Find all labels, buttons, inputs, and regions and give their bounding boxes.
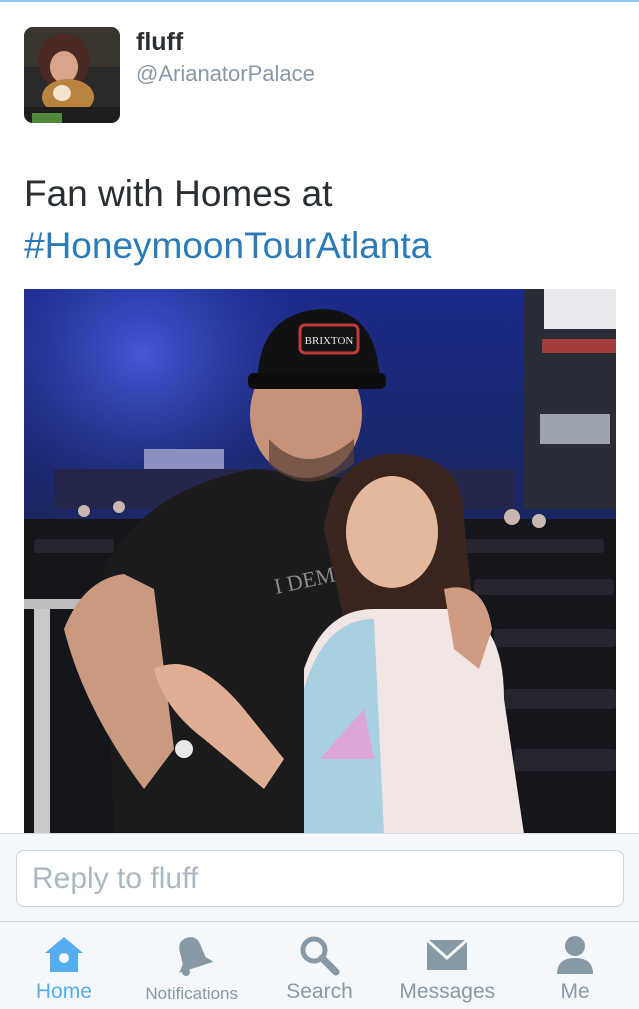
- search-icon: [297, 934, 341, 976]
- tab-search-label: Search: [286, 980, 353, 1003]
- tab-messages-label: Messages: [399, 980, 496, 1003]
- tab-notifications[interactable]: Notifications: [128, 922, 256, 1009]
- author-handle[interactable]: @ArianatorPalace: [136, 61, 315, 87]
- tab-me[interactable]: Me: [511, 922, 639, 1009]
- bell-icon: [170, 934, 214, 976]
- home-icon: [42, 934, 86, 976]
- hashtag-link[interactable]: #HoneymoonTourAtlanta: [24, 220, 614, 272]
- tab-messages[interactable]: Messages: [383, 922, 511, 1009]
- tab-me-label: Me: [560, 980, 590, 1003]
- envelope-icon: [425, 934, 469, 976]
- author-name[interactable]: fluff: [136, 28, 183, 57]
- tab-notifications-label: Notifications: [145, 984, 238, 1003]
- tab-home-label: Home: [35, 980, 92, 1003]
- tab-search[interactable]: Search: [256, 922, 384, 1009]
- top-divider: [0, 0, 639, 2]
- tweet-text: Fan with Homes at #HoneymoonTourAtlanta: [24, 168, 614, 272]
- tweet-photo[interactable]: BRIXTON I DEMAND: [24, 289, 616, 834]
- reply-input[interactable]: [16, 850, 624, 907]
- tweet-body-text: Fan with Homes at: [24, 173, 333, 214]
- tab-home[interactable]: Home: [0, 922, 128, 1009]
- reply-bar: [0, 833, 639, 921]
- cap-logo-text: BRIXTON: [305, 335, 354, 347]
- author-avatar[interactable]: [24, 27, 120, 123]
- person-icon: [553, 934, 597, 976]
- bottom-tab-bar: Home Notifications Search Messages Me: [0, 921, 639, 1009]
